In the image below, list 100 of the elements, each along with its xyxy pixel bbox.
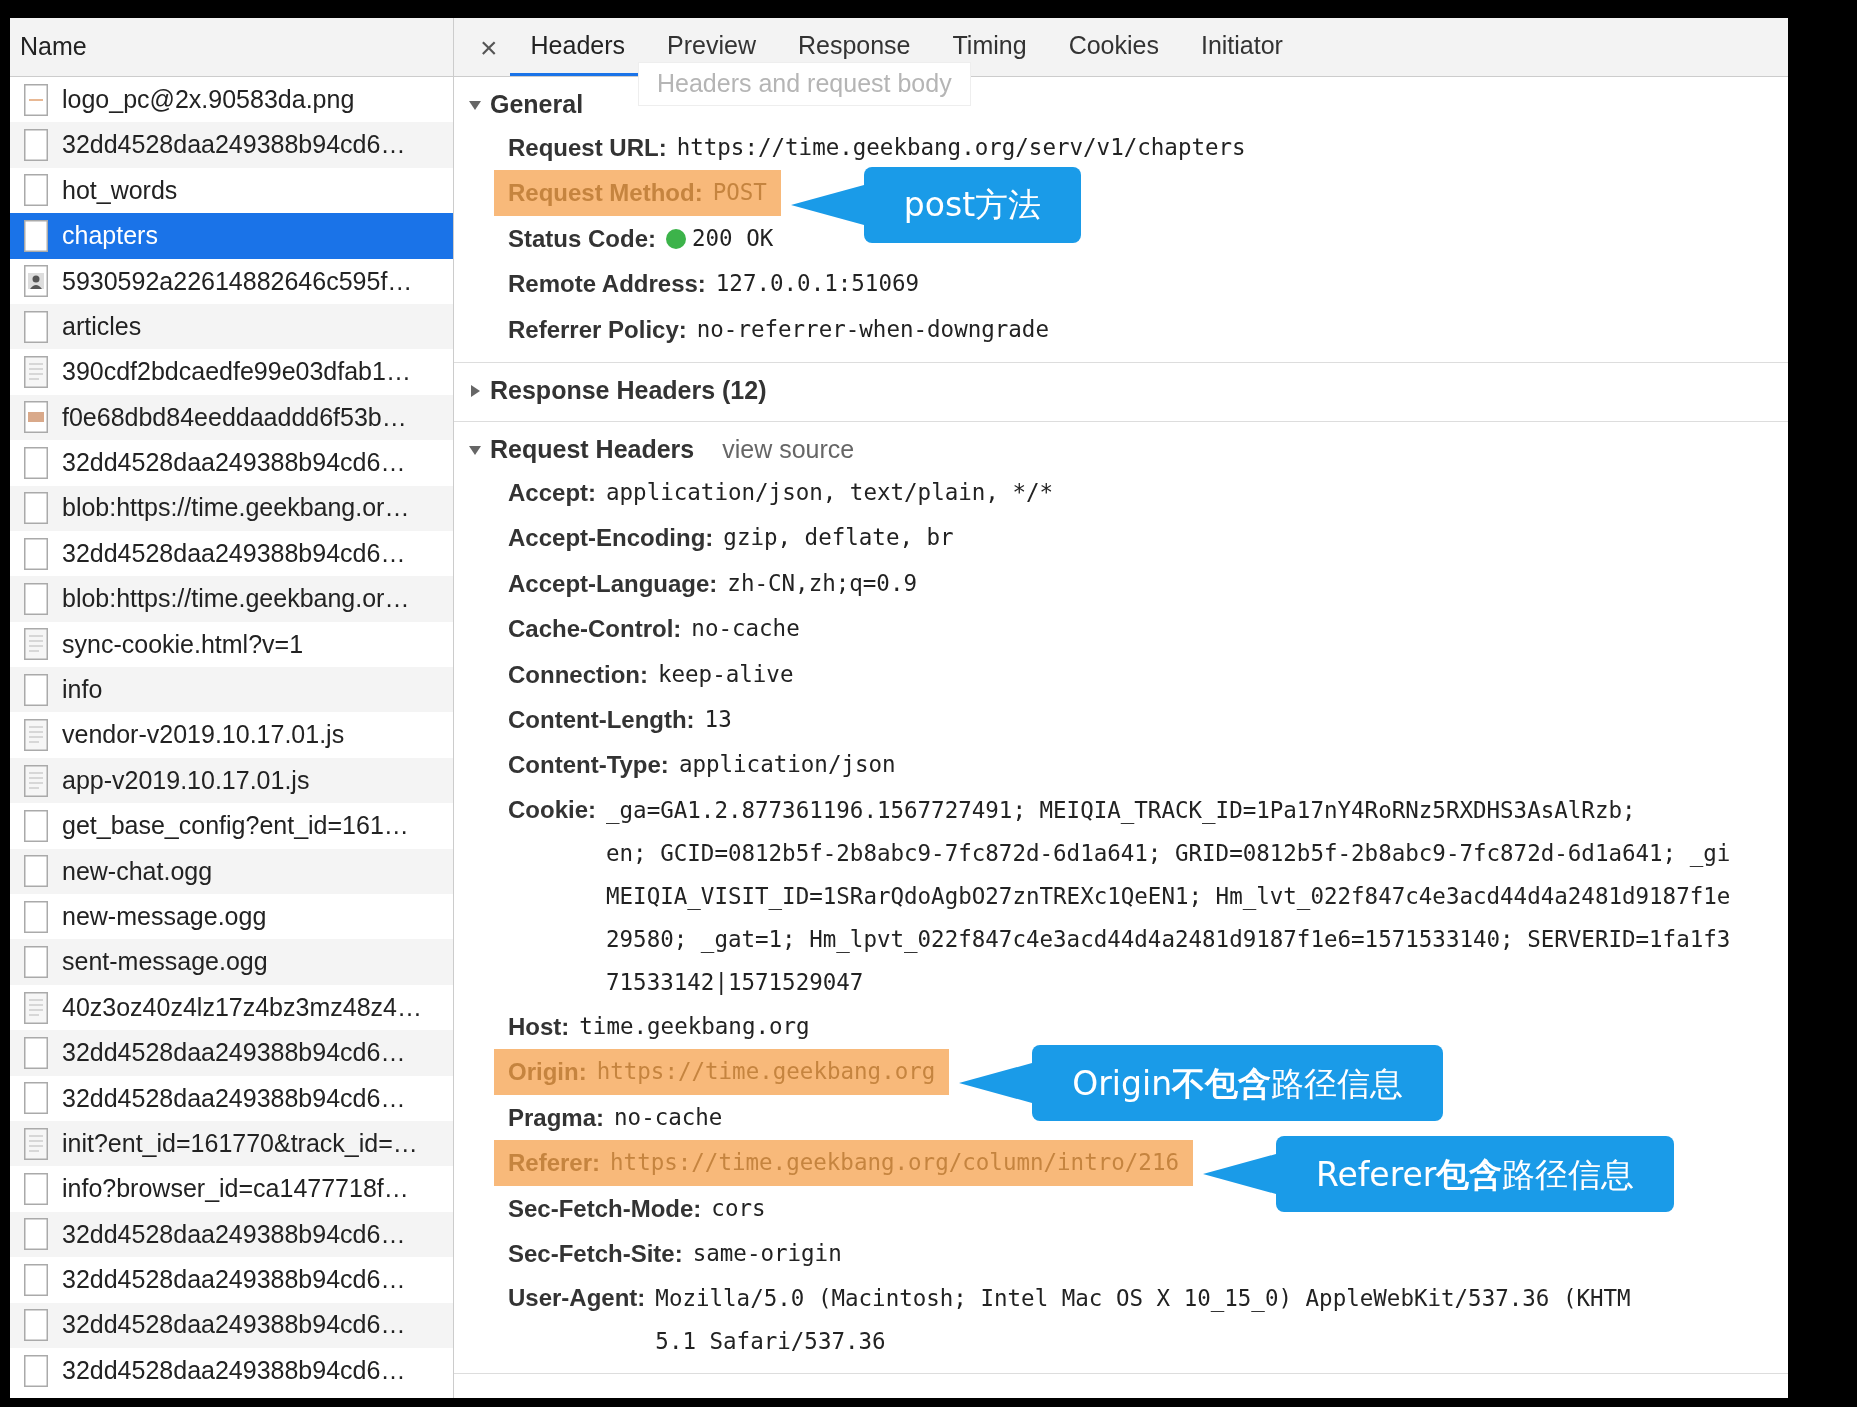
header-name: Accept-Encoding: — [508, 523, 714, 554]
header-name: User-Agent: — [508, 1283, 646, 1314]
header-name: Request Method: — [508, 178, 703, 209]
header-value: same-origin — [692, 1238, 842, 1268]
file-icon — [24, 310, 48, 343]
file-icon — [24, 446, 48, 479]
request-row[interactable]: init?ent_id=161770&track_id=… — [10, 1121, 453, 1167]
header-value: 13 — [704, 705, 732, 735]
file-icon — [24, 855, 48, 888]
request-name: logo_pc@2x.90583da.png — [62, 83, 355, 115]
request-row[interactable]: blob:https://time.geekbang.or… — [10, 576, 453, 622]
request-row[interactable]: 32dd4528daa249388b94cd6… — [10, 1030, 453, 1076]
request-row[interactable]: f0e68dbd84eeddaaddd6f53b… — [10, 394, 453, 441]
request-name: 32dd4528daa249388b94cd6… — [62, 1309, 406, 1341]
file-icon — [24, 537, 48, 570]
request-row[interactable]: chapters — [10, 213, 453, 259]
request-name: init?ent_id=161770&track_id=… — [62, 1127, 418, 1159]
request-name: 390cdf2bdcaedfe99e03dfab1… — [62, 356, 411, 388]
request-row[interactable]: 32dd4528daa249388b94cd6… — [10, 1302, 453, 1348]
file-icon — [24, 492, 48, 525]
header-name: Status Code: — [508, 223, 656, 254]
header-name: Cache-Control: — [508, 614, 682, 645]
request-row[interactable]: info — [10, 667, 453, 713]
header-value: https://time.geekbang.org — [596, 1057, 936, 1087]
request-name: 32dd4528daa249388b94cd6… — [62, 1037, 406, 1069]
file-icon — [24, 1082, 48, 1115]
request-row[interactable]: new-message.ogg — [10, 894, 453, 940]
request-row[interactable]: get_base_config?ent_id=161… — [10, 803, 453, 849]
request-row[interactable]: vendor-v2019.10.17.01.js — [10, 712, 453, 758]
image-file-icon — [24, 401, 48, 434]
request-name: sent-message.ogg — [62, 946, 268, 978]
request-name: sync-cookie.html?v=1 — [62, 628, 304, 660]
request-row[interactable]: 40z3oz40z4lz17z4bz3mz48z4… — [10, 984, 453, 1031]
file-icon — [24, 129, 48, 162]
header-name: Request URL: — [508, 133, 667, 163]
request-row[interactable]: 32dd4528daa249388b94cd6… — [10, 122, 453, 168]
header-name: Pragma: — [508, 1102, 605, 1133]
file-icon — [24, 809, 48, 842]
request-name: f0e68dbd84eeddaaddd6f53b… — [62, 401, 407, 433]
tab[interactable]: Cookies — [1047, 18, 1180, 76]
text-file-icon — [24, 719, 48, 752]
header-value: 200 OK — [692, 223, 774, 253]
text-file-icon — [24, 1127, 48, 1160]
text-file-icon — [24, 356, 48, 389]
header-value: no-cache — [691, 614, 800, 644]
request-row[interactable]: 5930592a22614882646c595f… — [10, 258, 453, 304]
request-row[interactable]: sync-cookie.html?v=1 — [10, 621, 453, 668]
header-name: Accept: — [508, 478, 597, 509]
header-name: Accept-Language: — [508, 568, 718, 599]
section-toggle[interactable]: Response Headers (12) — [468, 372, 767, 410]
file-icon — [24, 1173, 48, 1206]
column-title: Name — [20, 31, 87, 63]
request-name: 40z3oz40z4lz17z4bz3mz48z4… — [62, 991, 422, 1023]
file-icon — [24, 1354, 48, 1387]
expanded-triangle-icon — [468, 98, 482, 112]
request-name: 32dd4528daa249388b94cd6… — [62, 1082, 406, 1114]
request-row[interactable]: logo_pc@2x.90583da.png — [10, 77, 453, 123]
request-row[interactable]: sent-message.ogg — [10, 939, 453, 985]
header-value: 127.0.0.1:51069 — [715, 269, 920, 299]
request-name: new-message.ogg — [62, 900, 267, 932]
text-file-icon — [24, 628, 48, 661]
request-row[interactable]: 32dd4528daa249388b94cd6… — [10, 1075, 453, 1121]
header-value: Mozilla/5.0 (Macintosh; Intel Mac OS X 10_15_0) AppleWebKit/537.36 (KHTM 5.1 Safari/537.36 — [655, 1284, 1631, 1357]
request-row[interactable]: 32dd4528daa249388b94cd6… — [10, 1211, 453, 1258]
request-name: 32dd4528daa249388b94cd6… — [62, 1264, 406, 1296]
header-value: no-cache — [614, 1102, 723, 1132]
request-name: info?browser_id=ca1477718f… — [62, 1173, 409, 1205]
close-button[interactable]: × — [468, 18, 510, 76]
header-value: keep-alive — [658, 659, 794, 689]
header-name: Sec-Fetch-Mode: — [508, 1193, 702, 1224]
header-name: Referer: — [508, 1148, 601, 1179]
text-file-icon — [24, 991, 48, 1024]
file-icon — [24, 219, 48, 252]
file-icon — [24, 583, 48, 615]
header-name: Connection: — [508, 659, 648, 690]
request-row[interactable]: app-v2019.10.17.01.js — [10, 757, 453, 804]
request-name: vendor-v2019.10.17.01.js — [62, 719, 345, 751]
section-toggle[interactable]: General — [468, 86, 584, 124]
file-icon — [24, 900, 48, 933]
request-row[interactable]: info?browser_id=ca1477718f… — [10, 1166, 453, 1212]
request-row[interactable]: 32dd4528daa249388b94cd6… — [10, 1347, 453, 1394]
section-toggle[interactable]: Request Headers — [468, 431, 695, 469]
request-name: get_base_config?ent_id=161… — [62, 810, 409, 842]
request-row[interactable]: blob:https://time.geekbang.or… — [10, 485, 453, 531]
view-source-link[interactable]: view source — [722, 431, 855, 469]
request-row[interactable]: new-chat.ogg — [10, 848, 453, 895]
tab[interactable]: Initiator — [1179, 18, 1304, 76]
request-row[interactable]: 32dd4528daa249388b94cd6… — [10, 1257, 453, 1303]
request-row[interactable]: 32dd4528daa249388b94cd6… — [10, 530, 453, 577]
request-name: chapters — [62, 220, 158, 252]
header-value: gzip, deflate, br — [723, 523, 954, 553]
file-icon — [24, 1036, 48, 1069]
request-row[interactable]: hot_words — [10, 167, 453, 214]
header-value: no-referrer-when-downgrade — [696, 314, 1049, 344]
header-name: Origin: — [508, 1057, 587, 1088]
request-row[interactable]: articles — [10, 303, 453, 350]
tooltip: Headers and request body — [638, 62, 971, 106]
header-name: Sec-Fetch-Site: — [508, 1238, 683, 1269]
request-row[interactable]: 390cdf2bdcaedfe99e03dfab1… — [10, 349, 453, 395]
request-row[interactable]: 32dd4528daa249388b94cd6… — [10, 440, 453, 486]
